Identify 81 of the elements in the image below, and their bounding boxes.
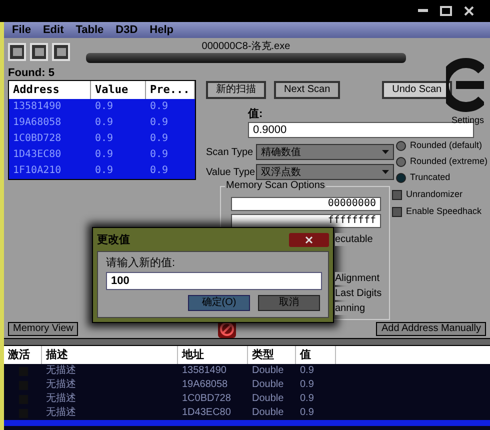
table-cell-text: 0.9	[94, 164, 114, 178]
address-field[interactable]: ffffffff	[231, 214, 381, 228]
dialog-title: 更改值	[97, 232, 130, 248]
table-cell-text: 1C0BD728	[12, 132, 62, 146]
table-cell-text: 1C0BD728	[181, 392, 232, 406]
prompt-label: 请输入新的值:	[106, 256, 176, 271]
table-cell-text: 1D43EC80	[12, 148, 62, 162]
memory-view-button[interactable]: Memory View	[8, 322, 78, 336]
table-cell-text: 0.9	[149, 148, 170, 162]
table-cell-text: 1F10A210	[12, 164, 62, 178]
checkbox-label: Unrandomizer	[406, 188, 463, 201]
column-header[interactable]: 类型	[248, 346, 296, 364]
menu-item[interactable]: D3D	[116, 22, 138, 38]
table-cell-text: 0.9	[299, 378, 315, 392]
radio-label: Truncated	[410, 171, 450, 184]
table-cell-text: Double	[251, 392, 285, 406]
table-cell-text: 无描述	[45, 406, 77, 420]
checkbox[interactable]	[392, 190, 402, 200]
field-label: Value Type	[206, 166, 256, 180]
first-scan-button[interactable]: 新的扫描	[206, 81, 266, 100]
value-label: 值:	[248, 106, 263, 122]
splitter-bar[interactable]	[4, 338, 490, 346]
logo-icon[interactable]	[446, 58, 484, 112]
table-cell-text: Double	[251, 406, 285, 420]
column-header[interactable]: 地址	[178, 346, 248, 364]
option-label: Last Digits	[335, 287, 382, 300]
table-cell-text: 0.9	[94, 132, 114, 146]
radio-label: Rounded (extreme)	[410, 155, 488, 168]
table-cell-text: 0.9	[149, 132, 170, 146]
table-cell-text: 1D43EC80	[181, 406, 232, 420]
column-header[interactable]: 激活	[4, 346, 42, 364]
table-cell-text: 0.9	[149, 116, 170, 130]
close-icon[interactable]	[289, 233, 329, 247]
option-label: Alignment	[335, 272, 380, 285]
table-cell-text: 0.9	[94, 100, 114, 114]
process-title: 000000C8-洛克.exe	[200, 41, 292, 53]
next-scan-button[interactable]: Next Scan	[274, 81, 340, 100]
radio-button[interactable]	[396, 141, 406, 151]
menu-item[interactable]: Table	[76, 22, 104, 38]
close-icon[interactable]	[464, 6, 474, 16]
table-cell-text: 0.9	[149, 164, 170, 178]
table-cell-text: 无描述	[45, 378, 77, 392]
radio-button[interactable]	[396, 157, 406, 167]
address-field[interactable]: 00000000	[231, 197, 381, 211]
value-type-dropdown[interactable]: 双浮点数	[256, 164, 394, 180]
table-cell-text: 无描述	[45, 364, 77, 378]
caret-icon	[382, 150, 389, 154]
table-cell-text: 13581490	[181, 364, 228, 378]
table-cell-text: 0.9	[94, 148, 114, 162]
menu-item[interactable]: Help	[150, 22, 174, 38]
table-cell-text: 13581490	[12, 100, 62, 114]
checkbox[interactable]	[392, 206, 402, 216]
option-label: anning	[335, 302, 366, 315]
table-cell-text: 0.9	[94, 116, 114, 130]
table-cell-text: 19A68058	[12, 116, 62, 130]
menu-item[interactable]: Edit	[42, 22, 64, 38]
table-cell-text: Double	[251, 378, 285, 392]
table-cell-text: 0.9	[299, 392, 315, 406]
radio-label: Rounded (default)	[410, 139, 482, 152]
table-cell-text: 无描述	[45, 392, 77, 406]
checkbox-label: Enable Speedhack	[406, 204, 482, 218]
value-field[interactable]: 0.9000	[248, 122, 474, 138]
menu-item[interactable]: File	[12, 22, 31, 38]
scan-type-dropdown[interactable]: 精确数值	[256, 144, 394, 160]
table-cell-text: Double	[251, 364, 285, 378]
table-cell-text: 19A68058	[181, 378, 229, 392]
minimize-icon[interactable]	[418, 9, 428, 13]
add-address-button[interactable]: Add Address Manually	[376, 322, 486, 336]
maximize-icon[interactable]	[440, 6, 452, 16]
caret-icon	[382, 170, 389, 174]
table-cell-text: 0.9	[299, 406, 315, 420]
column-header[interactable]: 描述	[42, 346, 178, 364]
table-cell-text: 0.9	[299, 364, 315, 378]
table-cell-text: 0.9	[149, 100, 170, 114]
value-input[interactable]: 100	[106, 272, 322, 290]
column-header[interactable]: 值	[296, 346, 336, 364]
radio-button[interactable]	[396, 173, 406, 183]
field-label: Scan Type	[206, 146, 254, 160]
undo-scan-button[interactable]: Undo Scan	[382, 81, 452, 100]
found-count: Found: 5	[7, 66, 56, 80]
group-title: Memory Scan Options	[225, 180, 326, 192]
